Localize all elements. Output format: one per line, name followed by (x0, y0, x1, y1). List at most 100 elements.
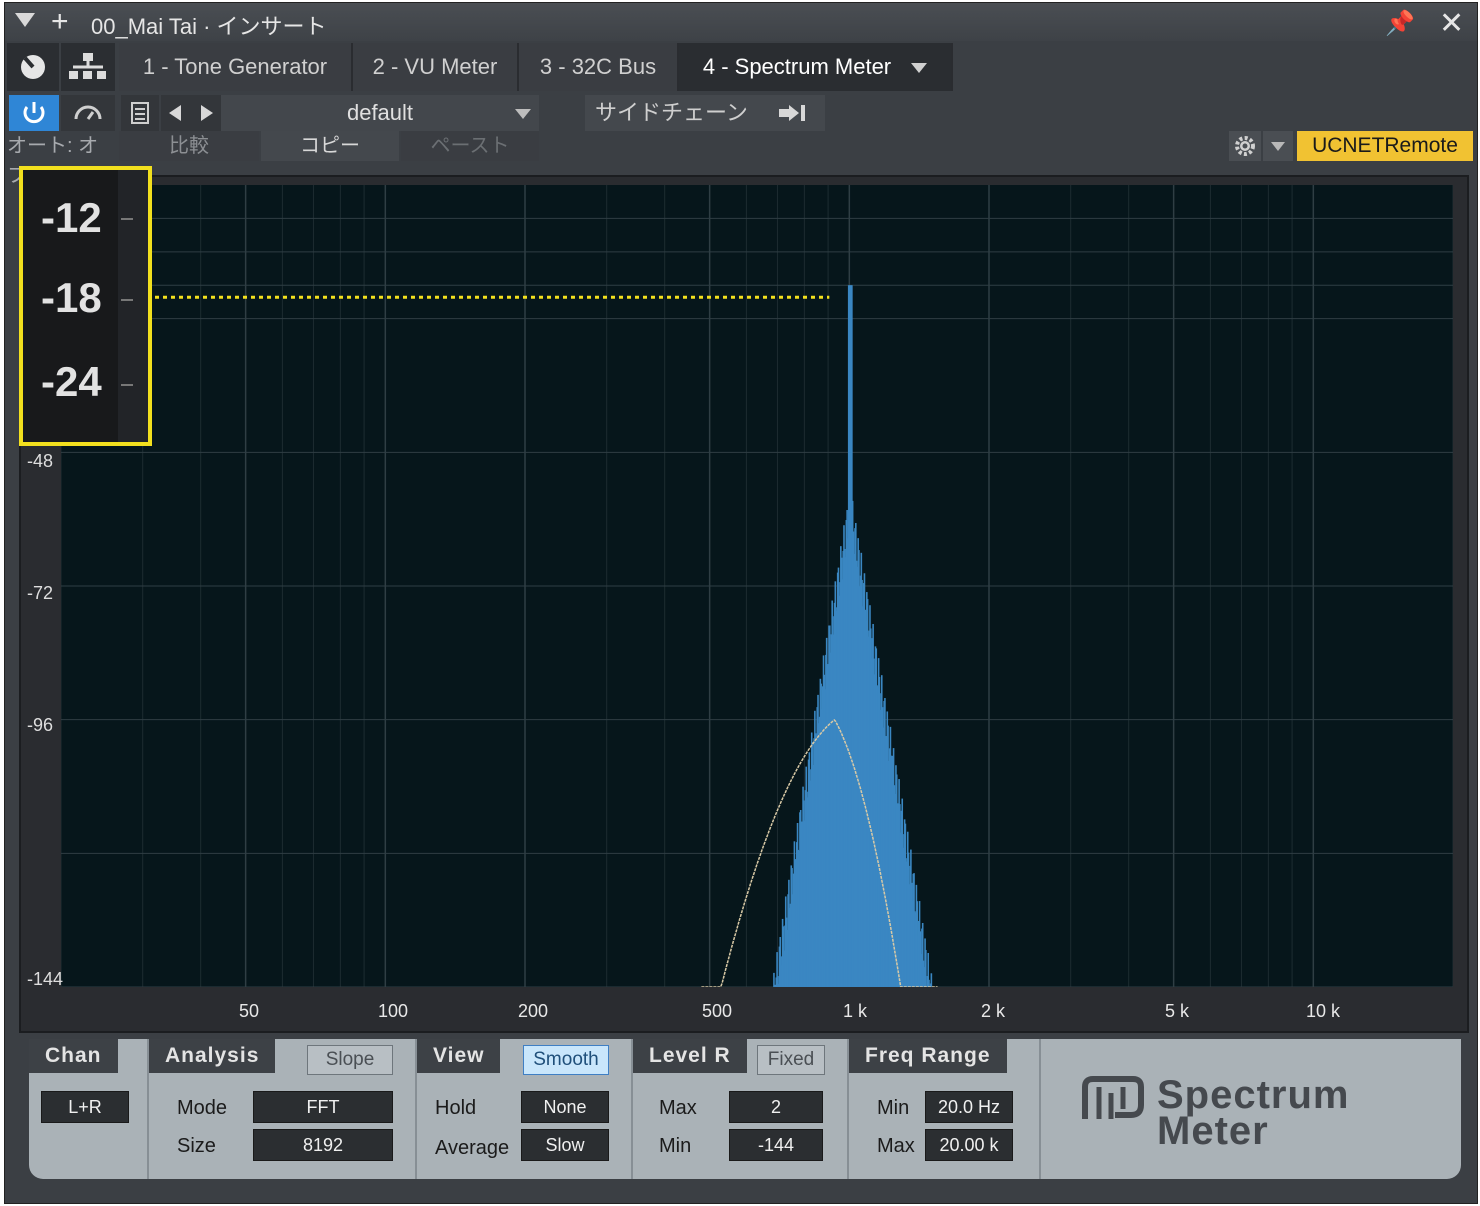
hold-label: Hold (435, 1097, 477, 1119)
tab-label: 1 - Tone Generator (142, 54, 328, 79)
sidechain-button[interactable]: サイドチェーン (585, 95, 825, 131)
y-tick-label: -72 (27, 583, 54, 603)
chan-section: Chan L+R (29, 1039, 149, 1179)
pin-icon[interactable]: 📌 (1385, 9, 1415, 38)
level-min-field[interactable]: -144 (729, 1129, 823, 1161)
x-tick-label: 100 (377, 1001, 409, 1021)
freq-max-label: Max (877, 1135, 915, 1157)
view-section: View Smooth Hold None Average Slow (417, 1039, 633, 1179)
spectrum-meter-logo: Spectrum Meter (1081, 1073, 1441, 1155)
settings-dropdown[interactable] (1263, 131, 1293, 161)
scale-strip (118, 170, 148, 442)
tab-label: 3 - 32C Bus (539, 54, 657, 79)
section-title: Freq Range (849, 1039, 1007, 1073)
zoom-tick-label: -18 (41, 274, 102, 321)
size-label: Size (177, 1135, 216, 1157)
prev-preset-button[interactable] (161, 95, 191, 131)
freq-min-field[interactable]: 20.0 Hz (925, 1091, 1013, 1123)
average-label: Average (435, 1137, 510, 1159)
routing-button[interactable] (61, 43, 115, 91)
paste-button[interactable]: ペースト (401, 131, 539, 161)
settings-button[interactable] (1229, 131, 1261, 161)
bypass-button[interactable] (61, 95, 115, 131)
section-title: Chan (29, 1039, 118, 1073)
zoom-tick-mark (121, 384, 133, 386)
x-tick-label: 5 k (1164, 1001, 1190, 1021)
x-tick-label: 200 (517, 1001, 549, 1021)
title-bar: + 00_Mai Tai · インサート 📌 ✕ (5, 3, 1477, 41)
freq-range-section: Freq Range Min 20.0 Hz Max 20.00 k (849, 1039, 1041, 1179)
preset-name: default (346, 100, 414, 125)
x-tick-label: 1 k (842, 1001, 868, 1021)
arrow-right-icon (201, 105, 213, 121)
spectrum-bar (930, 973, 933, 987)
copy-button[interactable]: コピー (261, 131, 399, 161)
power-button[interactable] (9, 95, 59, 131)
spectrum-plot[interactable] (61, 185, 1453, 987)
hold-select[interactable]: None (521, 1091, 609, 1123)
y-tick-label: -96 (27, 715, 54, 735)
spectrum-bar (773, 984, 776, 987)
zoom-tick-mark (121, 299, 133, 301)
tab-spectrum-meter[interactable]: 4 - Spectrum Meter (679, 43, 953, 91)
zoom-tick-label: -24 (41, 358, 102, 405)
preset-select[interactable]: default (221, 95, 539, 131)
ucnet-remote-button[interactable]: UCNETRemote (1297, 131, 1473, 161)
x-tick-label: 10 k (1305, 1001, 1341, 1021)
freq-max-field[interactable]: 20.00 k (925, 1129, 1013, 1161)
plugin-tabs: 1 - Tone Generator 2 - VU Meter 3 - 32C … (119, 43, 953, 91)
gauge-icon (74, 105, 102, 120)
zoom-tick-mark (121, 218, 133, 220)
spectrum-analyzer: -48 -72 -96 -144 50 100 200 500 1 k 2 k … (19, 175, 1469, 1033)
section-title: Level R (633, 1039, 747, 1073)
document-icon (131, 102, 149, 124)
level-min-label: Min (659, 1135, 692, 1157)
level-section: Level R Fixed Max 2 Min -144 (633, 1039, 849, 1179)
tab-vu-meter[interactable]: 2 - VU Meter (353, 43, 519, 91)
arrow-left-icon (169, 105, 181, 121)
tab-32c-bus[interactable]: 3 - 32C Bus (519, 43, 679, 91)
size-select[interactable]: 8192 (253, 1129, 393, 1161)
freq-min-label: Min (877, 1097, 910, 1119)
control-panel: Chan L+R Analysis Slope Mode FFT Size 81… (29, 1039, 1461, 1179)
fixed-toggle[interactable]: Fixed (757, 1045, 825, 1075)
knob-button[interactable] (7, 43, 59, 91)
x-tick-label: 2 k (980, 1001, 1006, 1021)
y-tick-label: -48 (27, 451, 54, 471)
collapse-triangle-icon[interactable] (15, 13, 35, 27)
plugin-window: + 00_Mai Tai · インサート 📌 ✕ 1 - Tone Genera… (4, 2, 1478, 1204)
close-icon[interactable]: ✕ (1439, 6, 1464, 41)
add-icon[interactable]: + (51, 5, 69, 39)
preset-file-button[interactable] (121, 95, 159, 131)
sidechain-input-icon (779, 105, 805, 121)
next-preset-button[interactable] (191, 95, 221, 131)
level-max-label: Max (659, 1097, 697, 1119)
compare-button[interactable]: 比較 (119, 131, 259, 161)
level-max-field[interactable]: 2 (729, 1091, 823, 1123)
mode-select[interactable]: FFT (253, 1091, 393, 1123)
presonus-logo-icon (1082, 1076, 1144, 1119)
chevron-down-icon (515, 109, 531, 119)
routing-icon (69, 53, 106, 79)
average-select[interactable]: Slow (521, 1129, 609, 1161)
channel-select[interactable]: L+R (41, 1091, 129, 1123)
power-icon (23, 102, 45, 124)
chevron-down-icon[interactable] (911, 63, 928, 74)
section-title: Analysis (149, 1039, 276, 1073)
tab-tone-generator[interactable]: 1 - Tone Generator (119, 43, 353, 91)
smooth-toggle[interactable]: Smooth (523, 1045, 609, 1075)
gear-icon (1235, 136, 1255, 156)
automation-status[interactable]: オート: オフ (7, 131, 117, 187)
chevron-down-icon (1271, 142, 1285, 151)
window-title: 00_Mai Tai · インサート (91, 14, 327, 39)
slope-toggle[interactable]: Slope (307, 1045, 393, 1075)
sidechain-label: サイドチェーン (595, 100, 748, 125)
x-tick-label: 500 (701, 1001, 733, 1021)
spectrum-bar (925, 949, 927, 987)
tab-label: 2 - VU Meter (372, 54, 498, 79)
spectrum-bar (928, 979, 930, 987)
y-tick-label: -144 (27, 969, 64, 989)
zoom-tick-label: -12 (41, 194, 102, 241)
knob-icon (21, 55, 45, 79)
section-title: View (417, 1039, 501, 1073)
